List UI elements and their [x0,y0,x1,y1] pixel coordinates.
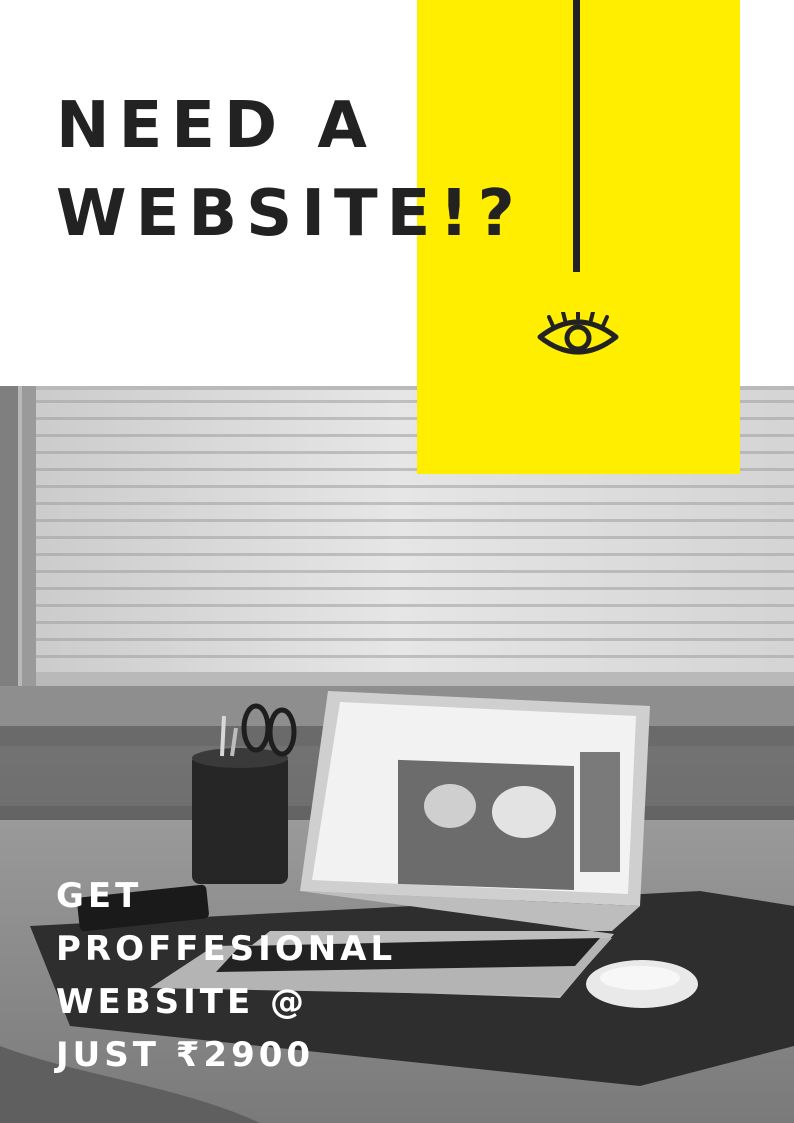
eye-icon [537,312,619,355]
vertical-divider-line [573,0,580,272]
offer-line-1: GET [56,876,143,916]
headline: NEED A WEBSITE!? [56,82,524,258]
offer-line-2: PROFFESIONAL [56,929,397,969]
headline-line-1: NEED A [56,89,376,163]
offer-line-3: WEBSITE @ [56,982,309,1022]
offer-line-4: JUST ₹2900 [56,1035,315,1075]
offer-text: GET PROFFESIONAL WEBSITE @ JUST ₹2900 [56,870,396,1082]
headline-line-2: WEBSITE!? [56,177,524,251]
